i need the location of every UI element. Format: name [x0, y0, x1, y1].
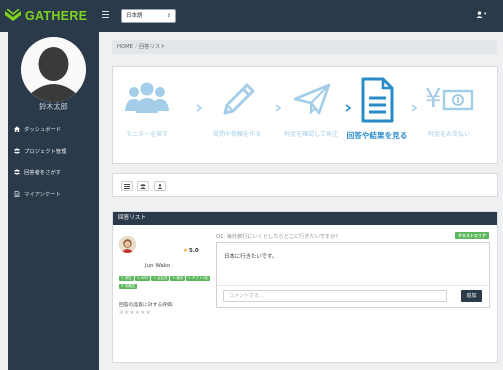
answer-list-panel: 回答リスト ★5.0 Jun Wako ✎ 男性 ✎ 40代 ✎ 会社員 ✎ 東京 ✎ …	[112, 211, 498, 363]
star-icon: ★	[183, 248, 188, 254]
breadcrumb-separator: /	[135, 44, 137, 50]
avatar-photo-icon	[119, 236, 136, 253]
view-toolbar	[112, 173, 498, 197]
respondent-tag: ✎ 未婚性	[119, 284, 138, 289]
rating-value: 5.0	[188, 248, 199, 254]
sidebar-item-dashboard[interactable]: ダッシュボード	[8, 120, 99, 138]
home-icon	[14, 126, 20, 132]
step-label: 回答や結果を見る	[346, 131, 408, 140]
respondent-tag: ✎ 男性	[119, 276, 134, 281]
paper-plane-icon	[293, 83, 331, 115]
step-view-results[interactable]: 回答や結果を見る	[339, 77, 415, 141]
list-icon	[124, 183, 130, 189]
comment-input[interactable]: コメントする...	[223, 290, 447, 302]
yen-bill-icon: ¥	[425, 84, 474, 114]
user-icon	[476, 11, 483, 18]
user-menu[interactable]: ▾	[476, 11, 486, 18]
question-text: Q1. 海外旅行にいくとしたらどこに行きたいですか？	[216, 234, 341, 240]
sidebar-item-my-surveys[interactable]: マイアンケート	[8, 185, 99, 203]
respondent-rating: ★5.0	[183, 248, 199, 254]
answer-card: 日本に行きたいです。 コメントする... 追加	[216, 242, 490, 308]
sidebar-item-label: マイアンケート	[24, 192, 61, 198]
chevron-updown-icon: ⇕	[166, 13, 171, 19]
people-icon	[125, 82, 169, 113]
respondent-tag: ✎ ギフト1倍	[186, 276, 210, 281]
brand-name: GATHERE	[25, 9, 88, 23]
add-comment-button[interactable]: 追加	[461, 290, 482, 302]
top-bar: GATHERE 日本語 ⇕ ▾	[0, 0, 503, 32]
default-avatar-icon	[21, 37, 86, 102]
svg-text:¥: ¥	[425, 84, 442, 114]
step-payment[interactable]: ¥ 料金をお支払い	[417, 81, 481, 138]
sidebar: 鈴木太郎 ダッシュボード プロジェクト管理 回答者をさがす マイアンケート	[8, 32, 99, 370]
menu-toggle-icon[interactable]	[102, 11, 109, 19]
language-select-value: 日本語	[126, 13, 143, 19]
list-view-button[interactable]	[121, 181, 133, 191]
step-label: モニターを探す	[125, 131, 168, 138]
respondent-tag: ✎ 40代	[134, 276, 151, 281]
users-icon	[140, 183, 146, 189]
document-icon	[361, 77, 394, 123]
respondent-tags: ✎ 男性 ✎ 40代 ✎ 会社員 ✎ 東京 ✎ ギフト1倍 ✎ 未婚性	[119, 274, 211, 290]
group-view-button[interactable]	[137, 181, 149, 191]
sidebar-item-label: プロジェクト管理	[24, 149, 67, 155]
sidebar-item-label: 回答者をさがす	[24, 170, 62, 176]
respondent-name[interactable]: Jun Wako	[145, 263, 170, 269]
brand-chevron-icon	[5, 9, 21, 21]
step-label: 料金を確認して発注	[284, 131, 338, 138]
quality-rating-stars[interactable]: ⊗★★★★★	[119, 310, 151, 316]
question-type-badge: テキストエリア	[455, 232, 489, 239]
users-icon	[14, 148, 20, 154]
respondent-tag: ✎ 東京	[170, 276, 186, 281]
respondent-avatar[interactable]	[119, 236, 136, 253]
breadcrumb: HOME / 回答リスト	[112, 40, 497, 54]
quality-rating-label: 回答の品質に対する評価:	[119, 303, 174, 308]
user-icon	[157, 183, 163, 189]
step-create-questions[interactable]: 質問や依頼を作る	[199, 81, 275, 138]
brand-logo[interactable]: GATHERE	[4, 9, 87, 23]
divider	[217, 285, 489, 286]
sidebar-item-label: ダッシュボード	[24, 127, 62, 133]
step-label: 料金をお支払い	[427, 131, 470, 138]
users-icon	[14, 169, 20, 175]
sidebar-user-name: 鈴木太郎	[39, 102, 68, 111]
answer-text: 日本に行きたいです。	[224, 254, 278, 260]
answer-list-title: 回答リスト	[113, 212, 497, 225]
document-icon	[14, 191, 20, 197]
step-confirm-order[interactable]: 料金を確認して発注	[273, 81, 349, 138]
respondent-tag: ✎ 会社員	[151, 276, 170, 281]
breadcrumb-current: 回答リスト	[138, 44, 166, 50]
step-find-monitors[interactable]: モニターを探す	[117, 81, 177, 138]
pencil-icon	[223, 83, 255, 115]
user-view-button[interactable]	[154, 181, 166, 191]
step-label: 質問や依頼を作る	[212, 131, 261, 138]
sidebar-item-find-respondents[interactable]: 回答者をさがす	[8, 163, 99, 181]
caret-down-icon: ▾	[484, 12, 487, 17]
user-avatar	[21, 37, 86, 102]
workflow-steps-panel: モニターを探す 質問や依頼を作る 料金を確認して発注 回答や結果を見る ¥ 料金…	[112, 66, 498, 164]
sidebar-item-projects[interactable]: プロジェクト管理	[8, 142, 99, 160]
breadcrumb-home-link[interactable]: HOME	[117, 44, 133, 50]
language-select[interactable]: 日本語 ⇕	[121, 9, 176, 23]
